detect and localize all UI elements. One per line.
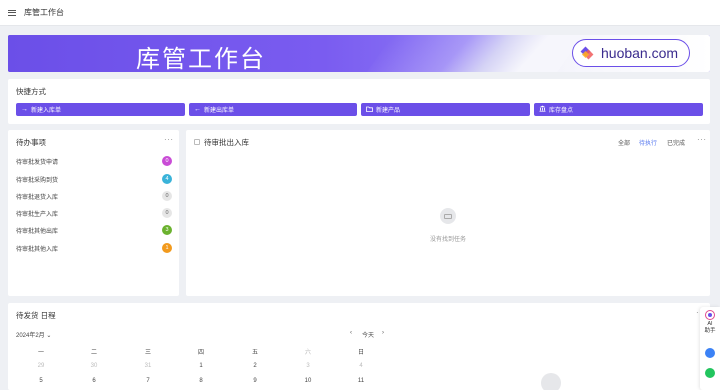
todo-item[interactable]: 待审批其他出库 3 (16, 223, 172, 237)
todo-count-badge: 1 (162, 243, 172, 253)
calendar-panel: 待发货 日程 ··· 2024年2月 ⌄ ‹ 今天 › 一 二 三 四 五 六 … (8, 303, 710, 390)
calendar-week: 5 6 7 8 9 10 11 (8, 378, 388, 390)
calendar-day[interactable]: 9 (245, 378, 265, 384)
page-title: 库管工作台 (24, 8, 64, 17)
empty-inbox-icon (541, 373, 561, 390)
folder-icon (366, 106, 373, 114)
arrow-right-icon: → (21, 106, 28, 113)
todo-item[interactable]: 待审批采购到货 4 (16, 172, 172, 186)
calendar-day[interactable]: 11 (351, 378, 371, 384)
calendar-day[interactable]: 8 (191, 378, 211, 384)
more-icon[interactable]: ··· (164, 135, 174, 144)
todo-count-badge: 4 (162, 174, 172, 184)
floating-toolbar: AI 助手 (700, 307, 720, 390)
todo-item-label: 待审批发货申请 (16, 159, 59, 166)
calendar-day[interactable]: 5 (31, 378, 51, 384)
weekday-label: 二 (90, 350, 97, 356)
empty-message: 没有找到任务 (429, 237, 466, 243)
inventory-count-button[interactable]: 库存盘点 (534, 103, 703, 116)
calendar-title: 待发货 日程 (16, 311, 56, 320)
calendar-day[interactable]: 2 (245, 363, 265, 369)
banner: 库管工作台 huoban.com (8, 35, 710, 72)
todo-item-label: 待审批其他出库 (16, 228, 59, 235)
todo-title: 待办事项 (16, 138, 46, 147)
new-product-button[interactable]: 新建产品 (361, 103, 530, 116)
wechat-icon[interactable] (705, 368, 715, 378)
weekday-label: 日 (357, 350, 364, 356)
calendar-day[interactable]: 6 (84, 378, 104, 384)
arrow-left-icon: ← (194, 106, 201, 113)
calendar-day[interactable]: 7 (138, 378, 158, 384)
top-bar: 库管工作台 (0, 0, 720, 26)
shortcuts-title: 快捷方式 (16, 87, 46, 96)
month-selector[interactable]: 2024年2月 ⌄ (16, 330, 51, 339)
prev-month-button[interactable]: ‹ (350, 330, 352, 336)
todo-count-badge: 0 (162, 191, 172, 201)
todo-item[interactable]: 待审批其他入库 1 (16, 241, 172, 255)
new-inbound-button[interactable]: → 新建入库单 (16, 103, 185, 116)
weekday-header: 一 二 三 四 五 六 日 (8, 347, 388, 359)
filter-completed[interactable]: 已完成 (667, 138, 685, 147)
todo-item-label: 待审批生产入库 (16, 211, 59, 218)
weekday-label: 五 (251, 350, 258, 356)
calendar-day[interactable]: 4 (351, 363, 371, 369)
approval-panel: 待审批出入库 全部 待执行 已完成 ··· 没有找到任务 (186, 130, 710, 296)
bank-icon (539, 105, 546, 114)
weekday-label: 一 (37, 350, 44, 356)
todo-item-label: 待审批退货入库 (16, 194, 59, 201)
filter-all[interactable]: 全部 (618, 138, 630, 147)
todo-item[interactable]: 待审批生产入库 0 (16, 206, 172, 220)
calendar-day[interactable]: 29 (31, 363, 51, 369)
empty-inbox-icon (440, 208, 456, 224)
calendar-week: 29 30 31 1 2 3 4 (8, 363, 388, 375)
menu-icon[interactable] (8, 9, 16, 16)
todo-item[interactable]: 待审批退货入库 0 (16, 189, 172, 203)
brand-badge: huoban.com (572, 39, 690, 67)
shortcuts-panel: 快捷方式 → 新建入库单 ← 新建出库单 新建产品 库存盘点 (8, 79, 710, 124)
todo-count-badge: 0 (162, 208, 172, 218)
ai-assistant-label[interactable]: AI 助手 (704, 321, 716, 335)
approval-title: 待审批出入库 (204, 138, 249, 147)
banner-title: 库管工作台 (136, 45, 266, 72)
weekday-label: 三 (144, 350, 151, 356)
calendar-day[interactable]: 30 (84, 363, 104, 369)
todo-count-badge: 3 (162, 225, 172, 235)
calendar-day[interactable]: 10 (298, 378, 318, 384)
chevron-down-icon: ⌄ (46, 333, 52, 339)
todo-panel: 待办事项 ··· 待审批发货申请 0 待审批采购到货 4 待审批退货入库 0 待… (8, 130, 179, 296)
huoban-logo-icon (580, 46, 594, 60)
phone-icon[interactable] (705, 348, 715, 358)
today-button[interactable]: 今天 (362, 330, 374, 339)
todo-item-label: 待审批其他入库 (16, 246, 59, 253)
brand-text: huoban.com (601, 45, 679, 61)
todo-item-label: 待审批采购到货 (16, 177, 59, 184)
todo-count-badge: 0 (162, 156, 172, 166)
calendar-day[interactable]: 3 (298, 363, 318, 369)
weekday-label: 六 (304, 350, 311, 356)
calendar-day[interactable]: 31 (138, 363, 158, 369)
ai-assistant-icon[interactable] (705, 310, 715, 320)
next-month-button[interactable]: › (382, 330, 384, 336)
weekday-label: 四 (197, 350, 204, 356)
todo-item[interactable]: 待审批发货申请 0 (16, 154, 172, 168)
filter-pending[interactable]: 待执行 (639, 138, 657, 147)
more-icon[interactable]: ··· (697, 135, 707, 144)
calendar-day[interactable]: 1 (191, 363, 211, 369)
select-checkbox[interactable] (194, 139, 200, 145)
new-outbound-button[interactable]: ← 新建出库单 (189, 103, 357, 116)
